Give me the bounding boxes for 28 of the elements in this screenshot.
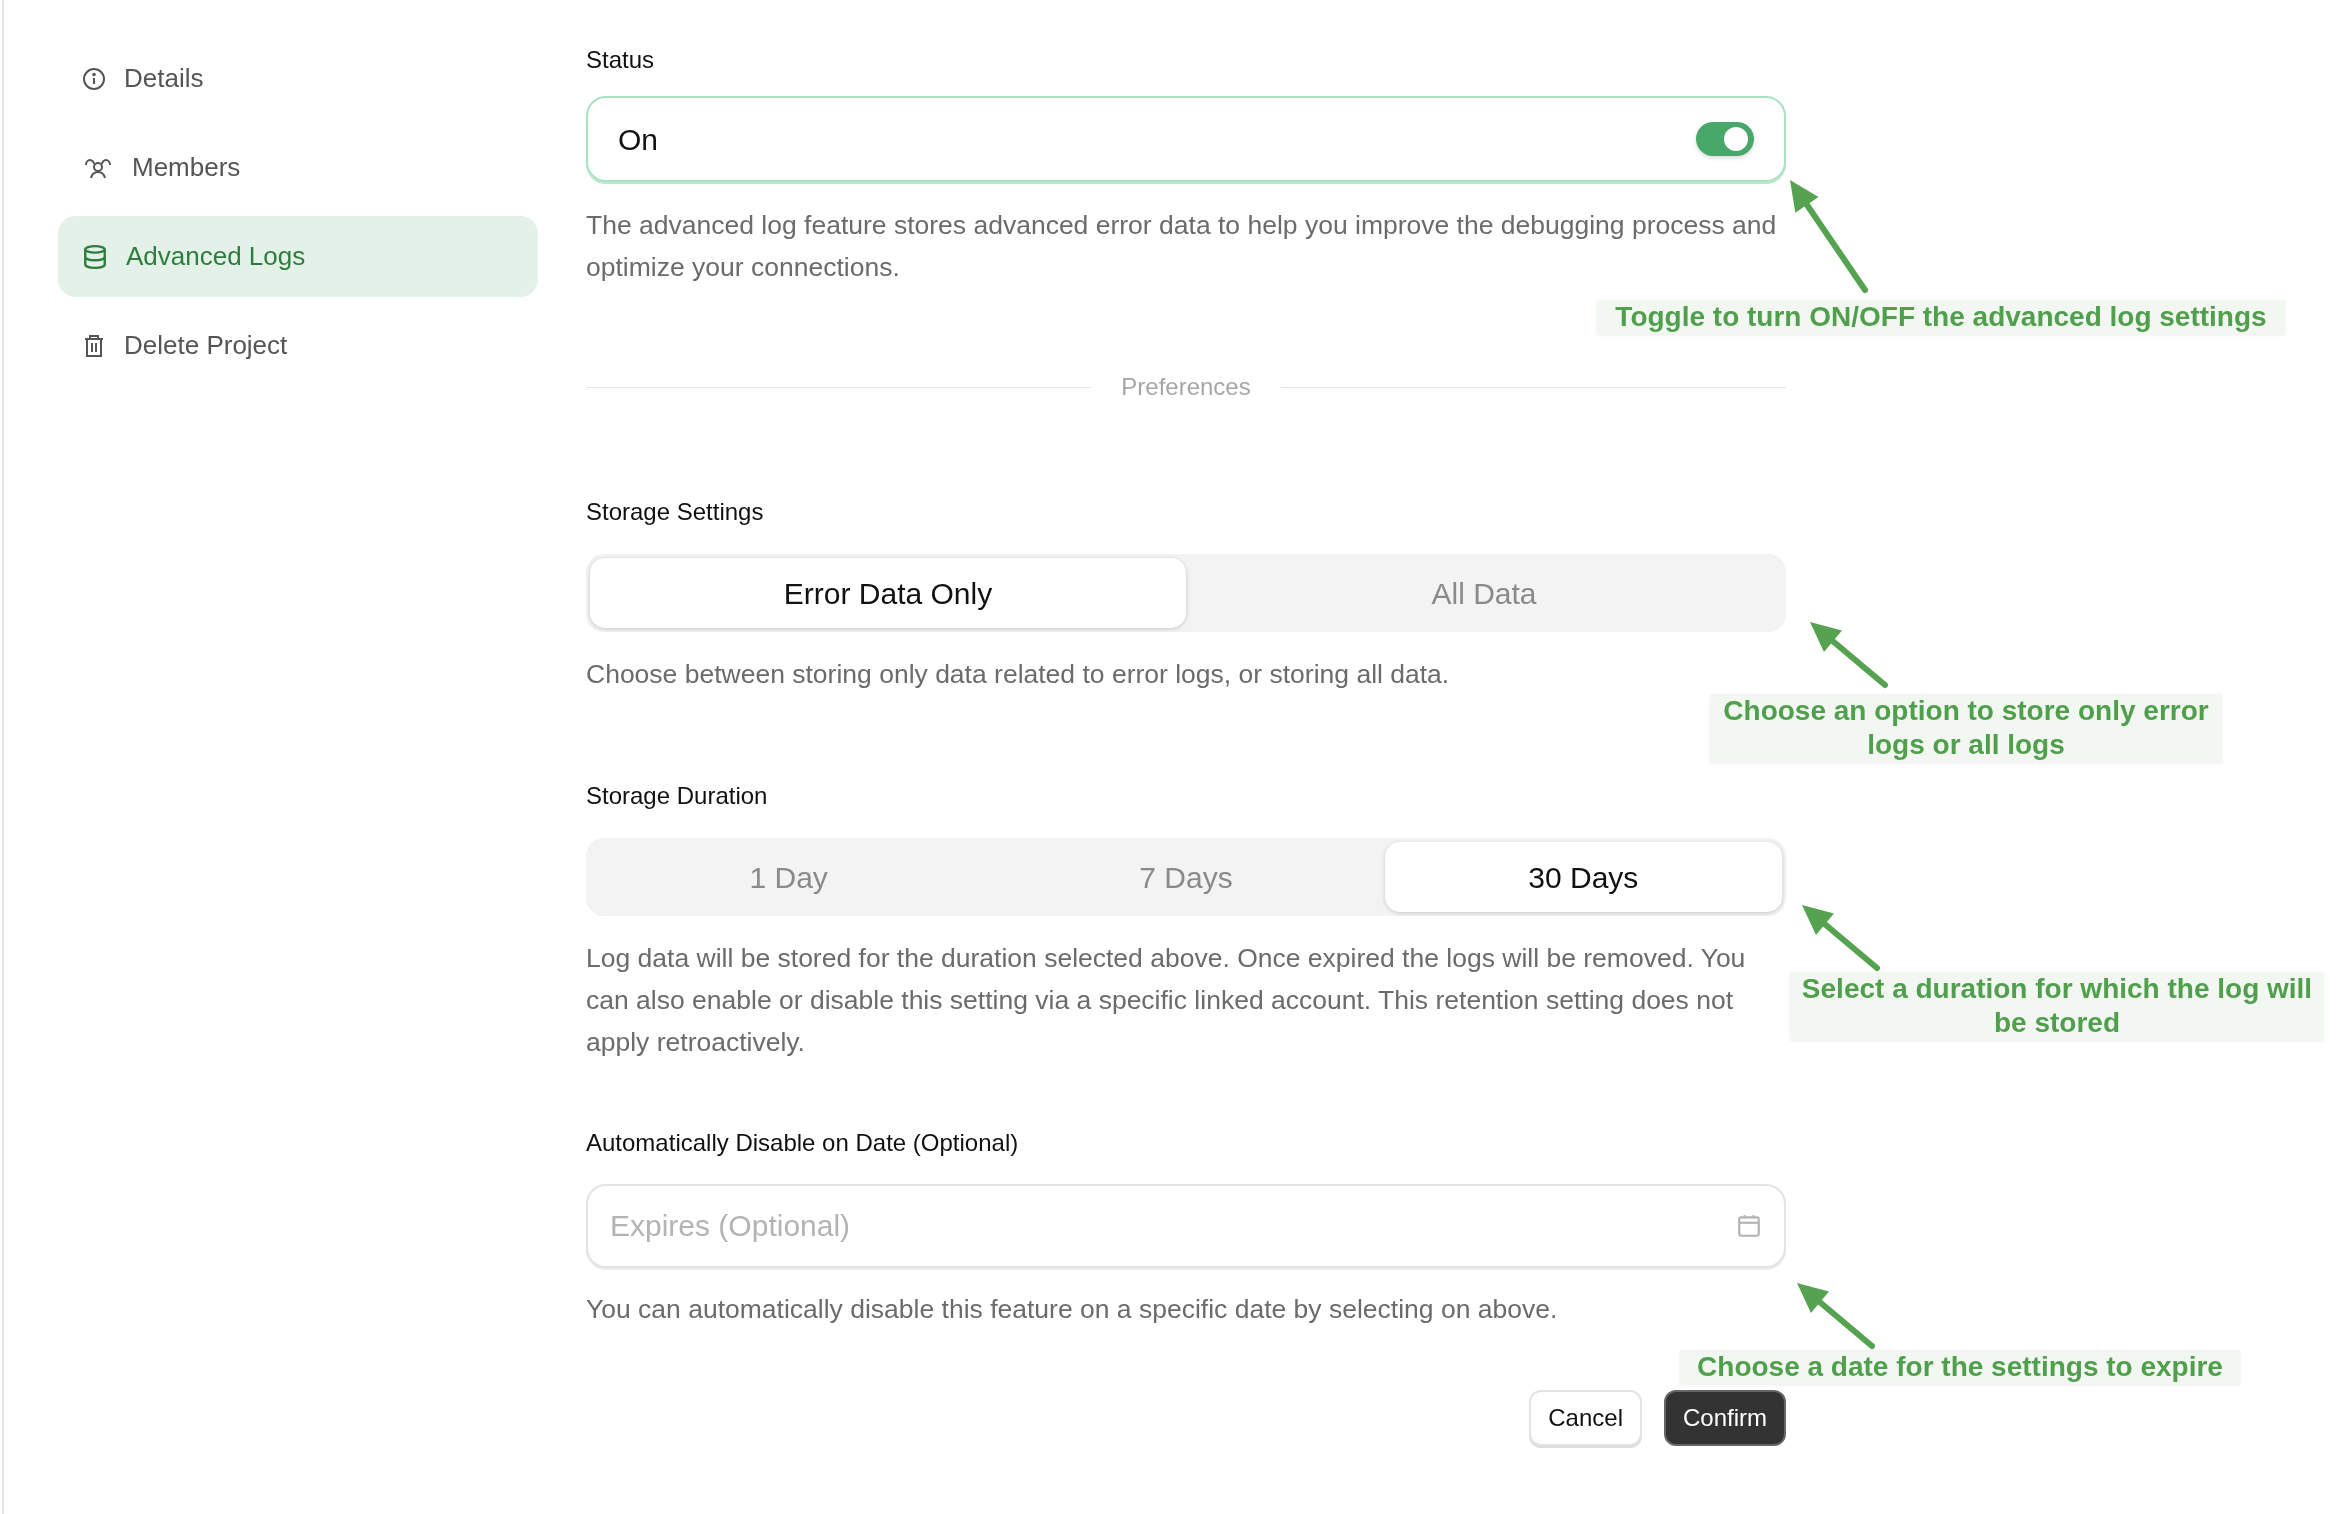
sidebar-item[interactable]: Advanced Logs bbox=[58, 216, 538, 297]
callout-text: Choose an option to store only error logs or all logs bbox=[1710, 694, 2222, 762]
toggle-switch[interactable] bbox=[1696, 122, 1754, 156]
trash-icon bbox=[82, 332, 106, 359]
field-label: Storage Settings bbox=[586, 497, 765, 527]
field-label: Automatically Disable on Date (Optional) bbox=[586, 1128, 1020, 1158]
sidebar-item[interactable]: Members bbox=[58, 127, 538, 208]
description-text: The advanced log feature stores advanced error data to help you improve the debugging process and optimize your connections. bbox=[586, 209, 1778, 284]
callout-text: Select a duration for which the log will be stored bbox=[1790, 972, 2324, 1040]
segment-option[interactable]: 30 Days bbox=[1384, 842, 1782, 912]
calendar-icon bbox=[1736, 1213, 1762, 1239]
segment-option[interactable]: Error Data Only bbox=[590, 558, 1186, 628]
date-field[interactable]: Expires (Optional) bbox=[586, 1184, 1786, 1268]
database-icon bbox=[82, 243, 108, 270]
description-text: You can automatically disable this feature on a specific date by selecting on above. bbox=[586, 1293, 1559, 1326]
cancel-button[interactable]: Cancel bbox=[1529, 1390, 1642, 1446]
description-text: Log data will be stored for the duration selected above. Once expired the logs will be removed. You can also enable or disable this setting via a specific linked account. This retention setting does not apply retroactively. bbox=[586, 942, 1747, 1059]
section-divider-label: Preferences bbox=[1121, 372, 1251, 402]
field-label: Storage Duration bbox=[586, 781, 769, 811]
info-icon bbox=[82, 66, 106, 91]
callout-text: Toggle to turn ON/OFF the advanced log settings bbox=[1597, 300, 2285, 334]
field-label: Status bbox=[586, 45, 656, 75]
description-text: Choose between storing only data related to error logs, or storing all data. bbox=[586, 658, 1451, 691]
confirm-button[interactable]: Confirm bbox=[1664, 1390, 1786, 1446]
status-value: On bbox=[618, 121, 659, 158]
sidebar-item[interactable]: Delete Project bbox=[58, 305, 538, 386]
sidebar-item[interactable]: Details bbox=[58, 38, 538, 119]
callout-text: Choose a date for the settings to expire bbox=[1680, 1350, 2240, 1384]
